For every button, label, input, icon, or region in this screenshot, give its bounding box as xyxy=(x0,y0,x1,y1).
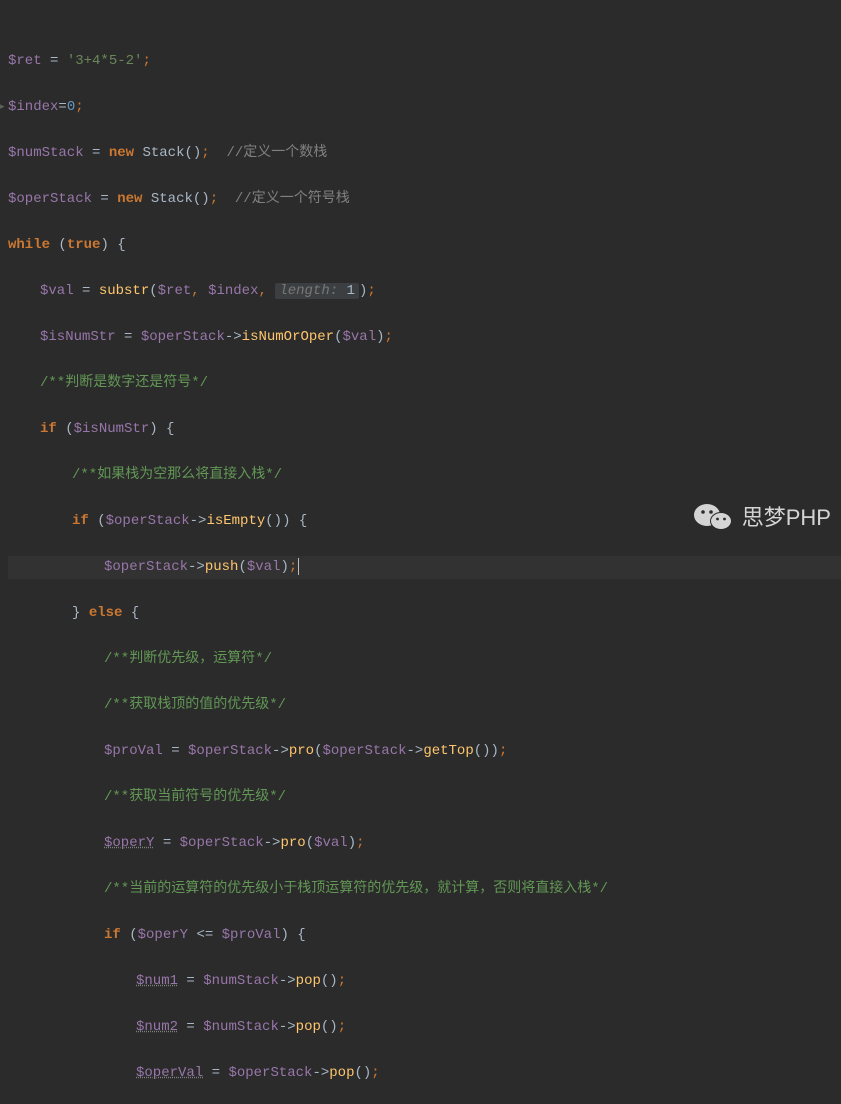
code-line: $proVal = $operStack->pro($operStack->ge… xyxy=(8,740,841,763)
code-line: /**当前的运算符的优先级小于栈顶运算符的优先级，就计算，否则将直接入栈*/ xyxy=(8,878,841,901)
code-line: $val = substr($ret, $index, length: 1); xyxy=(8,280,841,303)
code-line: $ret = '3+4*5-2'; xyxy=(8,50,841,73)
watermark: 思梦PHP xyxy=(694,502,831,532)
text-cursor xyxy=(298,558,299,575)
parameter-hint: length: 1 xyxy=(275,283,359,299)
wechat-icon xyxy=(694,502,732,532)
fold-marker-icon[interactable]: ▸ xyxy=(0,96,8,106)
code-line-active: $operStack->push($val); xyxy=(8,556,841,579)
code-line: /**获取栈顶的值的优先级*/ xyxy=(8,694,841,717)
code-line: $isNumStr = $operStack->isNumOrOper($val… xyxy=(8,326,841,349)
code-line: /**如果栈为空那么将直接入栈*/ xyxy=(8,464,841,487)
code-line: if ($isNumStr) { xyxy=(8,418,841,441)
code-line: $numStack = new Stack(); //定义一个数栈 xyxy=(8,142,841,165)
code-line: $num1 = $numStack->pop(); xyxy=(8,970,841,993)
code-line: $operY = $operStack->pro($val); xyxy=(8,832,841,855)
code-line: while (true) { xyxy=(8,234,841,257)
code-line: if ($operY <= $proVal) { xyxy=(8,924,841,947)
code-editor[interactable]: ▸ $ret = '3+4*5-2'; $index=0; $numStack … xyxy=(0,0,841,1104)
code-line: } else { xyxy=(8,602,841,625)
code-line: /**判断是数字还是符号*/ xyxy=(8,372,841,395)
watermark-text: 思梦PHP xyxy=(742,506,831,529)
code-line: /**判断优先级，运算符*/ xyxy=(8,648,841,671)
code-line: /**获取当前符号的优先级*/ xyxy=(8,786,841,809)
code-line: $operStack = new Stack(); //定义一个符号栈 xyxy=(8,188,841,211)
code-line: $operVal = $operStack->pop(); xyxy=(8,1062,841,1085)
code-line: $num2 = $numStack->pop(); xyxy=(8,1016,841,1039)
code-line: $index=0; xyxy=(8,96,841,119)
